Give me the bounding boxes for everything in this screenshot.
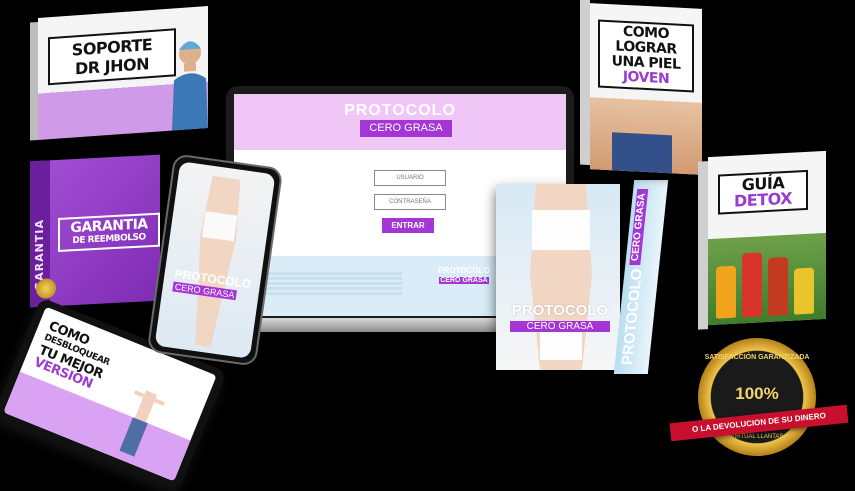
login-title: PROTOCOLO (344, 102, 456, 119)
detox-box: GUÍA DETOX (698, 150, 826, 330)
guarantee-box-title: GARANTIA DE REEMBOLSO (58, 212, 160, 252)
seal-icon (36, 278, 56, 300)
piel-joven-box: COMO LOGRAR UNA PIEL JOVEN (580, 0, 702, 175)
doctor-image (172, 41, 208, 131)
book-spine: PROTOCOLO CERO GRASA (613, 180, 669, 374)
book-cover: PROTOCOLO CERO GRASA (496, 184, 620, 370)
login-subtitle: CERO GRASA (360, 120, 452, 137)
footer-logo: PROTOCOLO CERO GRASA (434, 266, 494, 284)
footer-logo-sub: CERO GRASA (439, 277, 489, 284)
box-side (698, 161, 708, 330)
book-logo-sub: CERO GRASA (510, 321, 610, 332)
guarantee-seal: SATISFACCIÓN GARANTIZADA 100% VIRTUAL LL… (698, 338, 816, 456)
seal-top-text: SATISFACCIÓN GARANTIZADA (704, 354, 810, 361)
box-side (30, 21, 38, 141)
detox-line2: DETOX (734, 188, 792, 211)
support-box: SOPORTE DR JHON (30, 6, 208, 141)
spine-title: PROTOCOLO (618, 268, 646, 365)
juice-image (708, 232, 826, 326)
detox-box-title: GUÍA DETOX (718, 169, 808, 215)
seal-percent: 100% (735, 384, 779, 403)
phone-mockup: PROTOCOLO CERO GRASA (146, 153, 284, 367)
book-logo-title: PROTOCOLO (511, 302, 609, 319)
support-box-title: SOPORTE DR JHON (48, 28, 176, 86)
enter-button[interactable]: ENTRAR (382, 218, 434, 233)
footer-logo-title: PROTOCOLO (438, 266, 490, 275)
guarantee-box: GARANTIA GARANTIA DE REEMBOLSO (30, 154, 160, 308)
woman-image (194, 175, 241, 348)
woman-image (590, 97, 702, 175)
spine-subtitle: CERO GRASA (629, 189, 649, 265)
book-logo: PROTOCOLO CERO GRASA (510, 302, 610, 332)
box-side (580, 0, 590, 166)
spine-label: PROTOCOLO CERO GRASA (619, 185, 655, 365)
password-input[interactable]: CONTRASEÑA (374, 194, 446, 210)
username-input[interactable]: USUARIO (374, 170, 446, 186)
phone-screen: PROTOCOLO CERO GRASA (154, 161, 276, 359)
piel-box-title: COMO LOGRAR UNA PIEL JOVEN (598, 19, 694, 93)
woman-image (530, 184, 592, 370)
footer-text-lines (262, 270, 402, 297)
